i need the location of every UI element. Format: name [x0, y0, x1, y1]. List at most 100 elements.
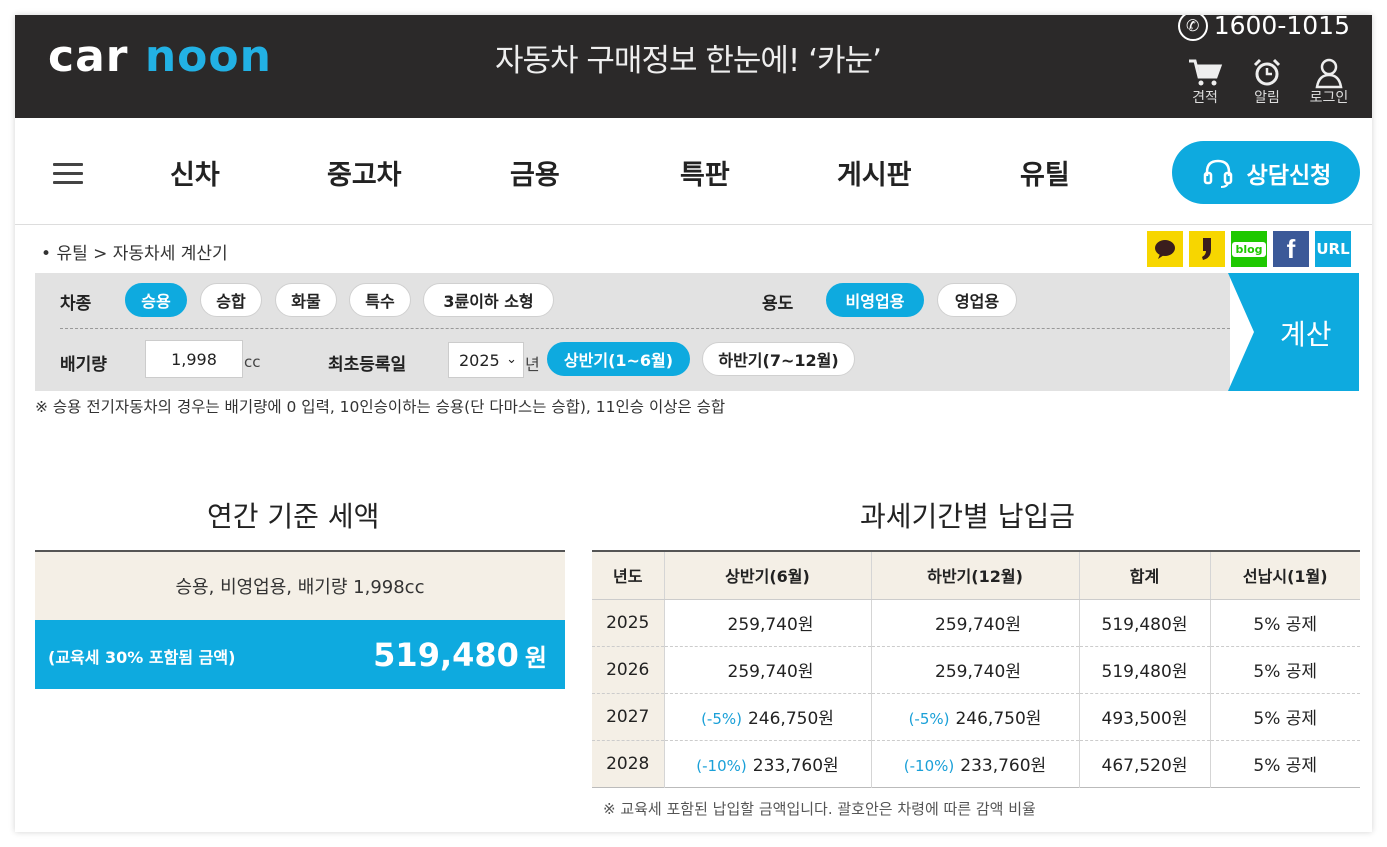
nav-item-special-sale[interactable]: 특판: [680, 153, 730, 192]
amount: 259,740원: [935, 662, 1021, 682]
usage-non-business[interactable]: 비영업용: [826, 283, 924, 317]
registration-year-select[interactable]: 2025 ⌄: [448, 342, 524, 378]
cell-total: 519,480원: [1079, 646, 1211, 694]
cell-prepay: 5% 공제: [1210, 646, 1360, 694]
annual-summary: 승용, 비영업용, 배기량 1,998cc: [35, 550, 565, 620]
main-nav: 신차 중고차 금용 특판 게시판 유틸 상담신청: [15, 118, 1372, 225]
amount: 233,760원: [752, 756, 839, 776]
displacement-label: 배기량: [60, 355, 107, 375]
first-half-button[interactable]: 상반기(1~6월): [547, 342, 690, 376]
blog-label: blog: [1232, 241, 1266, 257]
cell-total: 519,480원: [1079, 599, 1211, 647]
annual-amount-unit: 원: [524, 644, 547, 672]
nav-item-used-car[interactable]: 중고차: [327, 153, 402, 192]
phone-number-text: 1600-1015: [1213, 15, 1350, 40]
annual-amount-bar: (교육세 30% 포함됨 금액) 519,480 원: [35, 620, 565, 689]
rate-badge: (-10%): [696, 757, 747, 775]
rate-badge: (-5%): [701, 710, 742, 728]
annual-amount-value: 519,480: [373, 636, 519, 674]
breadcrumb: • 유틸 > 자동차세 계산기: [41, 239, 228, 264]
hamburger-menu-icon[interactable]: [53, 163, 83, 185]
cell-prepay: 5% 공제: [1210, 740, 1360, 788]
login-label: 로그인: [1309, 90, 1349, 106]
alarm-clock-icon: [1253, 58, 1281, 86]
calc-form-panel: 차종 승용 승합 화물 특수 3륜이하 소형 용도 비영업용 영업용 배기량 1…: [35, 273, 1230, 391]
vehicle-type-three-wheel[interactable]: 3륜이하 소형: [423, 283, 554, 317]
col-header-second-half: 하반기(12월): [871, 551, 1080, 600]
cell-year: 2028: [592, 740, 665, 788]
payments-table: 년도 상반기(6월) 하반기(12월) 합계 선납시(1월) 2025 259,…: [592, 550, 1360, 788]
nav-item-new-car[interactable]: 신차: [170, 153, 220, 192]
kakaotalk-icon: [1155, 240, 1175, 259]
payments-note: ※ 교육세 포함된 납입할 금액입니다. 괄호안은 차령에 따른 감액 비율: [603, 800, 1036, 818]
consult-button[interactable]: 상담신청: [1172, 141, 1360, 204]
breadcrumb-root[interactable]: 유틸: [56, 244, 87, 264]
cell-prepay: 5% 공제: [1210, 693, 1360, 741]
amount: 246,750원: [747, 709, 834, 729]
chevron-down-icon: ⌄: [506, 352, 517, 367]
phone-number[interactable]: ✆ 1600-1015: [1177, 15, 1350, 41]
registration-year-value: 2025: [459, 350, 500, 370]
kakaotalk-share-button[interactable]: [1147, 231, 1183, 267]
top-header: car noon 자동차 구매정보 한눈에! ‘카눈’ ✆ 1600-1015 …: [15, 15, 1372, 118]
cell-year: 2025: [592, 599, 665, 647]
usage-business[interactable]: 영업용: [937, 283, 1017, 317]
registration-date-label: 최초등록일: [328, 355, 407, 375]
cell-year: 2026: [592, 646, 665, 694]
displacement-unit: cc: [244, 353, 261, 371]
vehicle-type-passenger[interactable]: 승용: [125, 283, 187, 317]
annual-tax-title: 연간 기준 세액: [207, 500, 380, 533]
nav-item-finance[interactable]: 금용: [510, 153, 560, 192]
kakaostory-share-button[interactable]: [1189, 231, 1225, 267]
slogan: 자동차 구매정보 한눈에! ‘카눈’: [495, 43, 882, 79]
cell-second-half: 259,740원: [871, 646, 1080, 694]
page: car noon 자동차 구매정보 한눈에! ‘카눈’ ✆ 1600-1015 …: [15, 15, 1372, 832]
cell-second-half: (-5%) 246,750원: [871, 693, 1080, 741]
alarm-button[interactable]: 알림: [1244, 57, 1290, 107]
vehicle-type-special[interactable]: 특수: [349, 283, 411, 317]
consult-label: 상담신청: [1246, 162, 1332, 189]
form-note: ※ 승용 전기자동차의 경우는 배기량에 0 입력, 10인승이하는 승용(단 …: [35, 398, 726, 416]
table-row: 2027 (-5%) 246,750원 (-5%) 246,750원 493,500…: [592, 693, 1360, 741]
phone-icon: ✆: [1177, 15, 1208, 41]
cell-total: 493,500원: [1079, 693, 1211, 741]
registration-year-suffix: 년: [525, 355, 540, 374]
facebook-share-button[interactable]: f: [1273, 231, 1309, 267]
displacement-input[interactable]: 1,998: [145, 340, 243, 378]
logo-text-car: car: [48, 31, 129, 82]
table-row: 2025 259,740원 259,740원 519,480원 5% 공제: [592, 599, 1360, 647]
second-half-button[interactable]: 하반기(7~12월): [702, 342, 855, 376]
cell-first-half: 259,740원: [664, 646, 872, 694]
col-header-total: 합계: [1079, 551, 1211, 600]
cell-year: 2027: [592, 693, 665, 741]
table-row: 2028 (-10%) 233,760원 (-10%) 233,760원 467,5…: [592, 740, 1360, 788]
col-header-first-half: 상반기(6월): [664, 551, 872, 600]
logo[interactable]: car noon: [48, 35, 272, 79]
user-icon: [1315, 58, 1343, 89]
url-label: URL: [1316, 240, 1350, 258]
nav-item-utility[interactable]: 유틸: [1020, 153, 1070, 192]
vehicle-type-label: 차종: [60, 294, 92, 314]
breadcrumb-current: 자동차세 계산기: [112, 244, 228, 264]
payments-title: 과세기간별 납입금: [860, 500, 1075, 533]
cart-icon: [1189, 59, 1223, 86]
rate-badge: (-10%): [903, 757, 955, 775]
vehicle-type-van[interactable]: 승합: [200, 283, 262, 317]
url-copy-button[interactable]: URL: [1315, 231, 1351, 267]
header-icon-group: 견적 알림 로그인: [1182, 57, 1352, 107]
nav-item-board[interactable]: 게시판: [837, 153, 912, 192]
table-header-row: 년도 상반기(6월) 하반기(12월) 합계 선납시(1월): [592, 551, 1360, 600]
calculate-button[interactable]: 계산: [1228, 273, 1359, 391]
col-header-year: 년도: [592, 551, 665, 600]
amount: 259,740원: [727, 662, 814, 682]
usage-label: 용도: [762, 294, 794, 314]
cell-second-half: 259,740원: [871, 599, 1080, 647]
cell-second-half: (-10%) 233,760원: [871, 740, 1080, 788]
vehicle-type-truck[interactable]: 화물: [275, 283, 337, 317]
annual-amount: 519,480 원: [373, 636, 547, 674]
amount: 233,760원: [960, 756, 1047, 776]
rate-badge: (-5%): [908, 710, 950, 728]
blog-share-button[interactable]: blog: [1231, 231, 1267, 267]
login-button[interactable]: 로그인: [1306, 57, 1352, 107]
quote-button[interactable]: 견적: [1182, 57, 1228, 107]
